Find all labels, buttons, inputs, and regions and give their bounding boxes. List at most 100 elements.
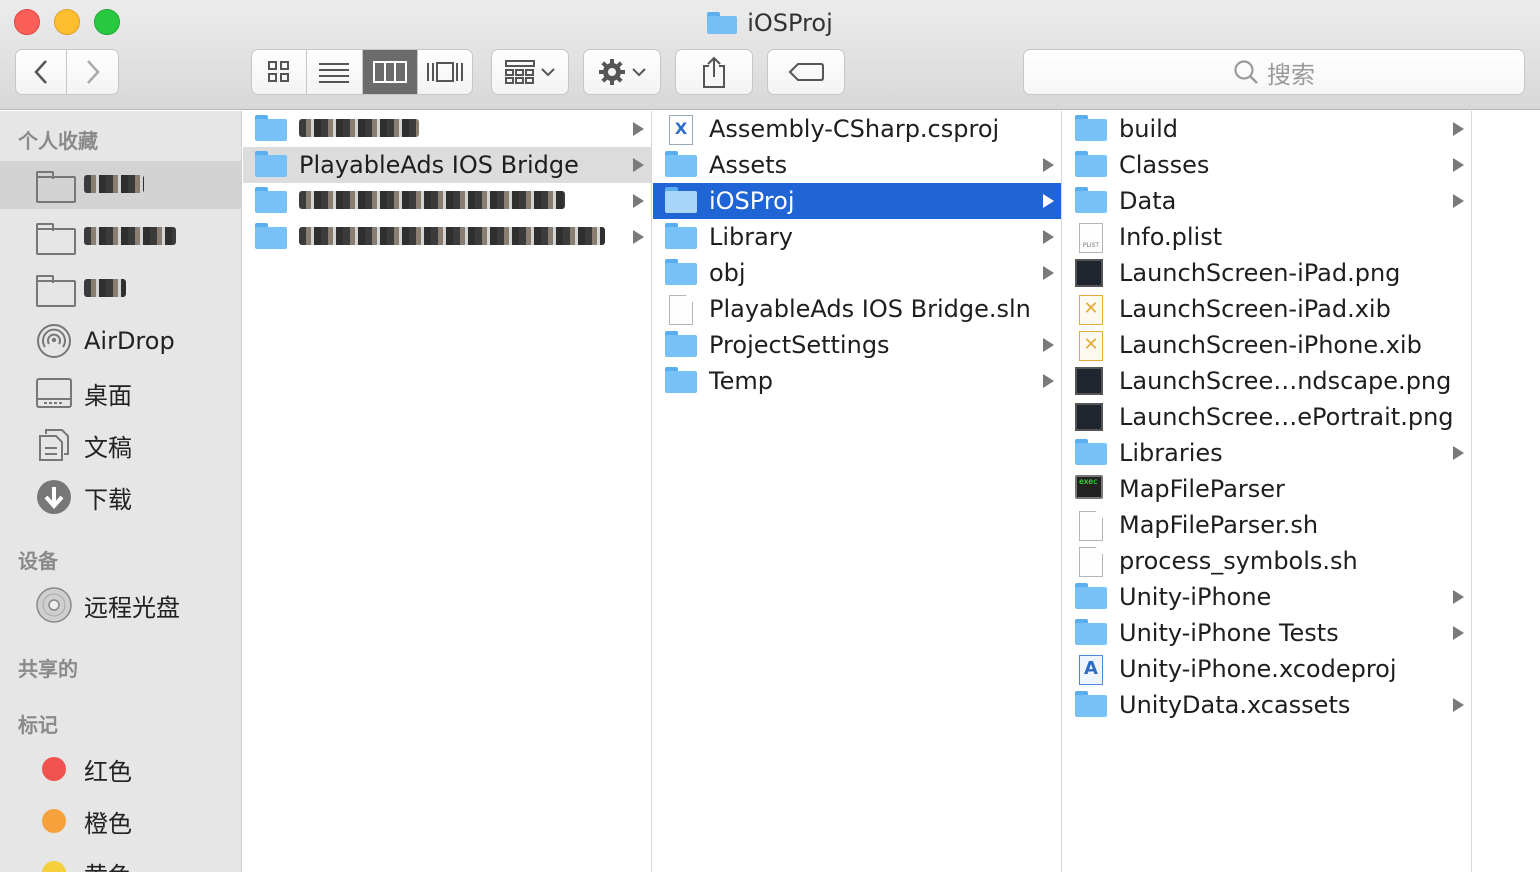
list-item[interactable]: obj xyxy=(653,255,1061,291)
sidebar-tag-yellow[interactable]: 黄色 xyxy=(0,849,241,872)
disclosure-arrow-icon xyxy=(1453,194,1464,208)
list-item[interactable]: PlayableAds IOS Bridge xyxy=(243,147,651,183)
airdrop-icon xyxy=(36,323,72,359)
list-item[interactable] xyxy=(243,219,651,255)
terminal-executable-icon: exec xyxy=(1075,475,1103,499)
sidebar-item-remote-disc[interactable]: 远程光盘 xyxy=(0,581,241,629)
item-name: LaunchScree…ndscape.png xyxy=(1119,367,1452,395)
window-title-text: iOSProj xyxy=(747,9,833,37)
disc-icon xyxy=(36,587,72,623)
image-file-icon xyxy=(1075,403,1103,431)
downloads-icon xyxy=(36,479,72,515)
list-item[interactable] xyxy=(243,111,651,147)
list-item[interactable]: build xyxy=(1063,111,1471,147)
sidebar-item-desktop[interactable]: 桌面 xyxy=(0,369,241,417)
column-view-button[interactable] xyxy=(362,50,418,94)
list-item[interactable]: process_symbols.sh xyxy=(1063,543,1471,579)
tags-button[interactable] xyxy=(767,49,845,95)
disclosure-arrow-icon xyxy=(1453,590,1464,604)
disclosure-arrow-icon xyxy=(1043,266,1054,280)
search-placeholder: 搜索 xyxy=(1267,60,1315,89)
list-view-button[interactable] xyxy=(307,50,363,94)
item-name: PlayableAds IOS Bridge.sln xyxy=(709,295,1031,323)
favorites-header: 个人收藏 xyxy=(18,129,98,153)
item-name: LaunchScreen-iPhone.xib xyxy=(1119,331,1422,359)
cover-flow-icon xyxy=(426,62,463,82)
sidebar-item-favorite-2[interactable] xyxy=(0,213,241,261)
item-name: Library xyxy=(709,223,793,251)
list-item[interactable]: LaunchScree…ndscape.png xyxy=(1063,363,1471,399)
disclosure-arrow-icon xyxy=(633,122,644,136)
list-item[interactable]: ProjectSettings xyxy=(653,327,1061,363)
list-icon xyxy=(319,63,350,83)
item-name xyxy=(299,187,565,215)
item-name: LaunchScreen-iPad.png xyxy=(1119,259,1401,287)
arrange-grid-icon xyxy=(505,60,535,84)
folder-icon xyxy=(255,223,287,249)
item-name: Data xyxy=(1119,187,1177,215)
folder-icon xyxy=(36,167,76,203)
list-item[interactable]: iOSProj xyxy=(653,183,1061,219)
arrange-button[interactable] xyxy=(491,49,569,95)
list-item[interactable]: UnityData.xcassets xyxy=(1063,687,1471,723)
document-icon xyxy=(669,295,693,325)
search-field[interactable]: 搜索 xyxy=(1023,49,1525,95)
list-item[interactable]: LaunchScreen-iPad.png xyxy=(1063,255,1471,291)
disclosure-arrow-icon xyxy=(1043,230,1054,244)
item-name: Libraries xyxy=(1119,439,1223,467)
chevron-down-icon xyxy=(632,68,646,77)
list-item[interactable]: Libraries xyxy=(1063,435,1471,471)
red-tag-icon xyxy=(42,757,66,781)
sidebar-tag-red[interactable]: 红色 xyxy=(0,745,241,793)
sidebar-item-label: 红色 xyxy=(84,757,132,786)
view-mode-control xyxy=(251,49,473,95)
sidebar-item-airdrop[interactable]: AirDrop xyxy=(0,317,241,365)
action-button[interactable] xyxy=(583,49,661,95)
orange-tag-icon xyxy=(42,809,66,833)
share-button[interactable] xyxy=(675,49,753,95)
list-item[interactable]: Library xyxy=(653,219,1061,255)
list-item[interactable]: MapFileParser.sh xyxy=(1063,507,1471,543)
list-item[interactable]: PlayableAds IOS Bridge.sln xyxy=(653,291,1061,327)
sidebar-tag-orange[interactable]: 橙色 xyxy=(0,797,241,845)
folder-icon xyxy=(255,187,287,213)
list-item[interactable]: X Assembly-CSharp.csproj xyxy=(653,111,1061,147)
sidebar-item-downloads[interactable]: 下载 xyxy=(0,473,241,521)
item-name: iOSProj xyxy=(709,187,795,215)
list-item[interactable]: ✕ LaunchScreen-iPad.xib xyxy=(1063,291,1471,327)
icon-view-button[interactable] xyxy=(252,50,308,94)
folder-icon xyxy=(665,367,697,393)
image-file-icon xyxy=(1075,367,1103,395)
item-name: ProjectSettings xyxy=(709,331,890,359)
list-item[interactable]: Unity-iPhone xyxy=(1063,579,1471,615)
sidebar-item-favorite-3[interactable] xyxy=(0,265,241,313)
disclosure-arrow-icon xyxy=(1453,446,1464,460)
list-item[interactable]: Assets xyxy=(653,147,1061,183)
list-item[interactable]: A Unity-iPhone.xcodeproj xyxy=(1063,651,1471,687)
document-icon xyxy=(1079,511,1103,541)
item-name: Assembly-CSharp.csproj xyxy=(709,115,1000,143)
back-button[interactable] xyxy=(16,50,68,94)
list-item[interactable]: Unity-iPhone Tests xyxy=(1063,615,1471,651)
sidebar-item-label xyxy=(84,223,176,251)
list-item[interactable]: Temp xyxy=(653,363,1061,399)
list-item[interactable]: Data xyxy=(1063,183,1471,219)
cover-flow-button[interactable] xyxy=(418,50,472,94)
folder-icon xyxy=(36,271,76,307)
list-item[interactable]: PLIST Info.plist xyxy=(1063,219,1471,255)
sidebar-item-favorite-1[interactable] xyxy=(0,161,241,209)
item-name: Classes xyxy=(1119,151,1210,179)
chevron-right-icon xyxy=(86,60,100,84)
list-item[interactable]: exec MapFileParser xyxy=(1063,471,1471,507)
forward-button[interactable] xyxy=(67,50,118,94)
browser-column-4 xyxy=(1473,111,1540,872)
list-item[interactable]: ✕ LaunchScreen-iPhone.xib xyxy=(1063,327,1471,363)
list-item[interactable]: Classes xyxy=(1063,147,1471,183)
shared-header: 共享的 xyxy=(18,657,78,681)
list-item[interactable] xyxy=(243,183,651,219)
list-item[interactable]: LaunchScree…ePortrait.png xyxy=(1063,399,1471,435)
folder-icon xyxy=(1075,151,1107,177)
sidebar-item-documents[interactable]: 文稿 xyxy=(0,421,241,469)
item-name: LaunchScree…ePortrait.png xyxy=(1119,403,1454,431)
folder-icon xyxy=(665,151,697,177)
